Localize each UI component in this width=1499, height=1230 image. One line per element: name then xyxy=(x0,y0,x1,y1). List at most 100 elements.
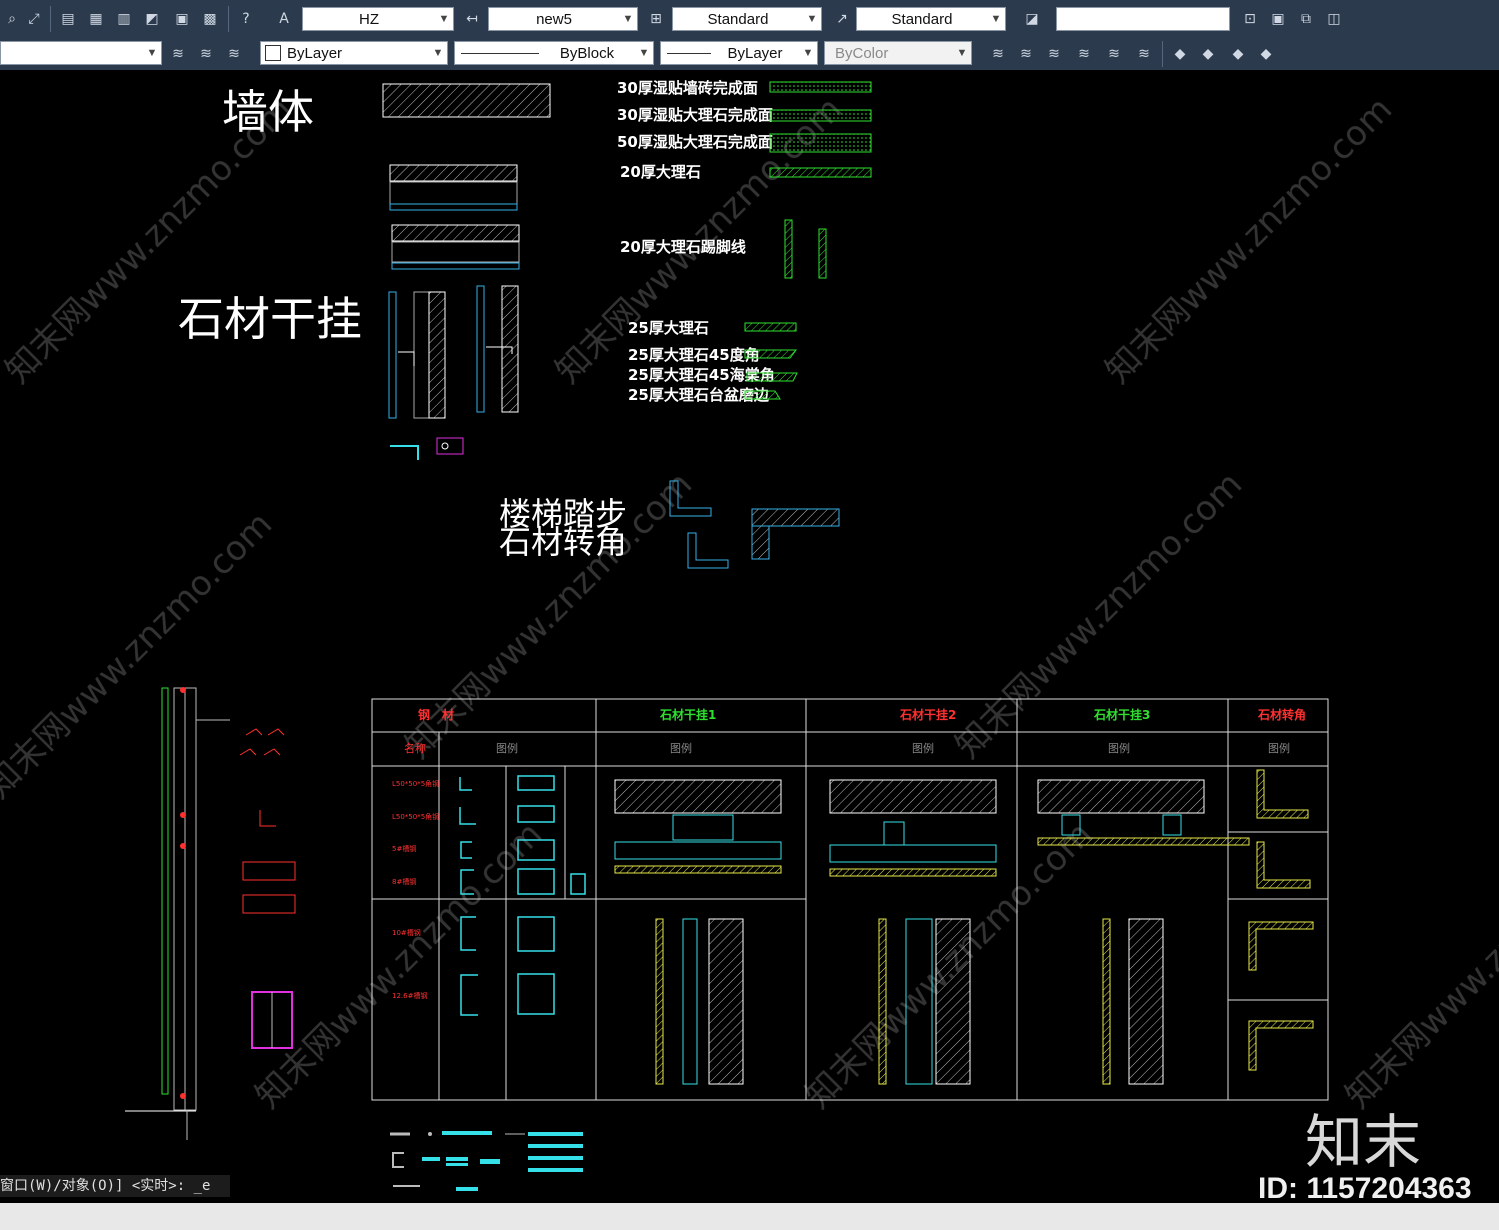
mleader-style-value: Standard xyxy=(891,10,953,28)
plotstyle-value: ByColor xyxy=(835,44,889,62)
legend-swatch xyxy=(769,167,872,178)
watermark-text: 知末网www.znzmo.com xyxy=(0,504,280,806)
separator xyxy=(50,6,51,32)
table-detail-1 xyxy=(614,779,782,874)
color-select[interactable]: ByLayer ▼ xyxy=(260,41,448,65)
dim-style-select[interactable]: new5 ▼ xyxy=(488,7,638,31)
chevron-down-icon: ▼ xyxy=(990,13,1002,25)
layout-icon[interactable]: ▣ xyxy=(1266,7,1290,31)
elevation-detail xyxy=(125,687,230,1140)
table-detail-3 xyxy=(1037,779,1250,846)
layer-current-icon[interactable]: ≋ xyxy=(222,42,246,66)
table-header: 石材干挂2 xyxy=(899,707,956,722)
dim-style-icon[interactable]: ↤ xyxy=(460,7,484,31)
table-subheaders: 名称 图例 图例 图例 图例 图例 xyxy=(404,741,1290,755)
design-center-icon[interactable]: ▦ xyxy=(84,7,108,31)
xref-icon[interactable]: ⧉ xyxy=(1294,7,1318,31)
linetype-sample xyxy=(461,52,539,54)
layer-off-icon[interactable]: ◆ xyxy=(1196,42,1220,66)
sheet-set-icon[interactable]: ◩ xyxy=(140,7,164,31)
plotstyle-select[interactable]: ByColor ▼ xyxy=(824,41,972,65)
table-detail-2 xyxy=(829,779,997,877)
legend-swatch xyxy=(769,133,872,153)
mleader-style-select[interactable]: Standard ▼ xyxy=(856,7,1006,31)
legend-swatch xyxy=(769,109,872,122)
layer-lock-icon[interactable]: ◆ xyxy=(1226,42,1250,66)
linetype-select[interactable]: ByBlock ▼ xyxy=(454,41,654,65)
help-icon[interactable]: ? xyxy=(234,7,258,31)
properties-icon[interactable]: ▤ xyxy=(56,7,80,31)
layer-tool-icon[interactable]: ≋ xyxy=(1014,42,1038,66)
table-style-icon[interactable]: ⊞ xyxy=(644,7,668,31)
table-subheader: 图例 xyxy=(1108,741,1130,755)
legend-swatch xyxy=(744,349,797,359)
layer-tool-icon[interactable]: ≋ xyxy=(1102,42,1126,66)
legend-label: 25厚大理石 xyxy=(628,319,709,337)
legend-label: 30厚湿贴大理石完成面 xyxy=(617,106,773,124)
chevron-down-icon: ▼ xyxy=(806,13,818,25)
table-header: 钢 材 xyxy=(418,707,454,722)
dim-style-value: new5 xyxy=(536,10,572,28)
chevron-down-icon: ▼ xyxy=(622,13,634,25)
command-line[interactable]: 窗口(W)/对象(O)] <实时>: _e xyxy=(0,1175,230,1197)
steel-name: L50*50*5角钢 xyxy=(392,812,439,821)
watermark-id: ID: 1157204363 xyxy=(1258,1172,1472,1205)
drawing-canvas[interactable]: 知末网www.znzmo.com 知末网www.znzmo.com 知末网www… xyxy=(0,70,1499,1203)
corner-detail xyxy=(687,532,729,569)
skirting-label: 20厚大理石踢脚线 xyxy=(620,238,746,256)
layer-tool-icon[interactable]: ≋ xyxy=(986,42,1010,66)
layer-tool-icon[interactable]: ≋ xyxy=(1132,42,1156,66)
tool-palettes-icon[interactable]: ▥ xyxy=(112,7,136,31)
lineweight-sample xyxy=(667,52,711,54)
stair-tread xyxy=(751,508,840,527)
layer-tool-icon[interactable]: ≋ xyxy=(1042,42,1066,66)
legend-label: 30厚湿贴墙砖完成面 xyxy=(617,79,758,97)
mleader-style-icon[interactable]: ↗ xyxy=(830,7,854,31)
markup-icon[interactable]: ▣ xyxy=(170,7,194,31)
layer-match-icon[interactable]: ≋ xyxy=(194,42,218,66)
steel-name: 8#槽钢 xyxy=(392,877,416,886)
legend-swatch xyxy=(744,390,781,400)
status-bar xyxy=(0,1203,1499,1230)
zoom-extents-icon[interactable]: ⤢ xyxy=(22,7,46,31)
legend-swatch xyxy=(744,322,797,332)
wall-hatch xyxy=(382,83,551,118)
color-value: ByLayer xyxy=(287,44,343,62)
drawing-svg: 知末网www.znzmo.com 知末网www.znzmo.com 知末网www… xyxy=(0,79,1499,1191)
lineweight-select[interactable]: ByLayer ▼ xyxy=(660,41,818,65)
legend-label: 20厚大理石 xyxy=(620,163,701,181)
lineweight-value: ByLayer xyxy=(727,44,783,62)
stone-title: 石材干挂 xyxy=(178,292,362,346)
table-subheader: 图例 xyxy=(912,741,934,755)
chevron-down-icon: ▼ xyxy=(956,47,968,59)
viewport-icon[interactable]: ⊡ xyxy=(1238,7,1262,31)
table-header: 石材转角 xyxy=(1257,707,1306,722)
stair-title-2: 石材转角 xyxy=(499,523,627,561)
layer-tool-icon[interactable]: ≋ xyxy=(1072,42,1096,66)
text-style-icon[interactable]: A xyxy=(272,7,296,31)
layer-select[interactable]: ▼ xyxy=(0,41,162,65)
layers-properties-toolbar: ▼ ≋ ≋ ≋ ByLayer ▼ ByBlock ▼ ByLayer ▼ ByCol… xyxy=(0,38,1499,70)
legend-label: 25厚大理石45度角 xyxy=(628,346,760,364)
table-subheader: 图例 xyxy=(670,741,692,755)
table-header: 石材干挂3 xyxy=(1093,707,1150,722)
text-style-select[interactable]: HZ ▼ xyxy=(302,7,454,31)
watermark-group: 知末网www.znzmo.com 知末网www.znzmo.com 知末网www… xyxy=(0,89,1499,1116)
stone-detail-plan-1 xyxy=(389,164,518,211)
layer-freeze-icon[interactable]: ◆ xyxy=(1168,42,1192,66)
table-header: 石材干挂1 xyxy=(659,707,716,722)
zoom-window-icon[interactable]: ⌕ xyxy=(0,7,24,31)
chevron-down-icon: ▼ xyxy=(438,13,450,25)
extra-field[interactable] xyxy=(1056,7,1230,31)
calculator-icon[interactable]: ▩ xyxy=(198,7,222,31)
table-style-value: Standard xyxy=(707,10,769,28)
chevron-down-icon: ▼ xyxy=(802,47,814,59)
layer-previous-icon[interactable]: ≋ xyxy=(166,42,190,66)
stone-detail-plan-2 xyxy=(391,224,520,270)
table-style-select[interactable]: Standard ▼ xyxy=(672,7,822,31)
block-icon[interactable]: ◫ xyxy=(1322,7,1346,31)
layer-state-icon[interactable]: ◪ xyxy=(1020,7,1044,31)
layer-unlock-icon[interactable]: ◆ xyxy=(1254,42,1278,66)
watermark-logo: 知末 xyxy=(1305,1108,1422,1176)
table-subheader: 图例 xyxy=(496,741,518,755)
